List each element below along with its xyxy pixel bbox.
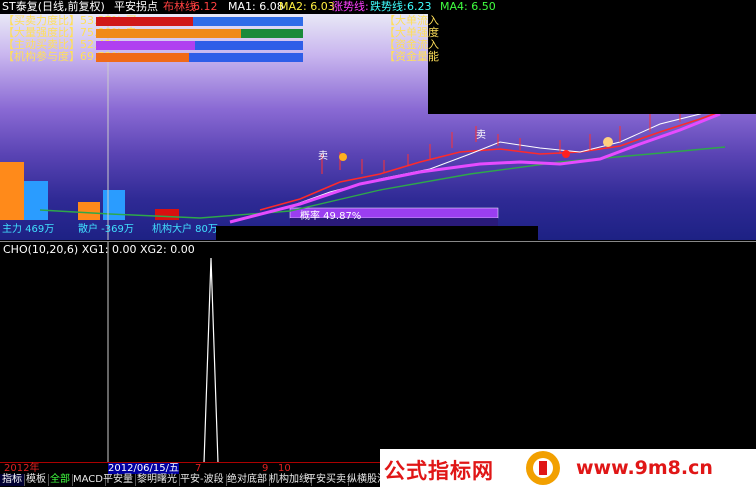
price-chart[interactable]: 【买卖力度比】53.37% 买 【大量强度比】75.00% 卖 【主动买卖比】5… <box>0 14 756 240</box>
institution-label: 机构大户 80万 <box>152 224 218 235</box>
indicator-label: 【机构参与度】 <box>3 50 80 63</box>
tab-pingan-volume[interactable]: 平安量 <box>101 474 136 486</box>
volume-bar-red <box>155 209 179 220</box>
mode-title: 平安拐点 <box>114 0 158 13</box>
cho-chart-svg <box>107 242 219 463</box>
ma1-readout: MA1: 6.08 <box>228 0 284 13</box>
top-info-bar: ST泰复(日线,前复权) 平安拐点 布林线: 6.12 MA1: 6.08 MA… <box>0 0 756 14</box>
axis-year: 2012年 <box>4 463 40 474</box>
tab-indicator[interactable]: 指标 <box>0 474 25 486</box>
main-force-label: 主力 469万 <box>2 224 55 235</box>
probability-label: 概率 49.87% <box>300 211 362 222</box>
axis-month-9: 9 <box>262 463 269 474</box>
logo-text-right: www.9m8.cn <box>576 457 713 479</box>
indicator-bar-1 <box>96 29 303 38</box>
volume-bar-blue-1 <box>24 181 48 220</box>
volume-bar-blue-2 <box>103 190 125 220</box>
buy-mark-1: 卖 <box>318 151 328 162</box>
axis-cursor-date: 2012/06/15/五 <box>108 463 180 474</box>
lower-indicator-panel[interactable]: CHO(10,20,6) XG1: 0.00 XG2: 0.00 <box>0 241 756 463</box>
overlay-panel <box>428 14 756 114</box>
mid-black-strip <box>216 226 538 241</box>
ma-value: 6.12 <box>193 0 218 13</box>
money-bag-marker <box>603 137 613 147</box>
tab-all[interactable]: 全部 <box>48 474 73 486</box>
retail-label: 散户 -369万 <box>78 224 134 235</box>
tab-pingan-band[interactable]: 平安-波段 <box>178 474 227 486</box>
down-trend-value: 6.23 <box>407 0 432 13</box>
volume-bar-orange-2 <box>78 202 100 220</box>
tab-pingan-trade[interactable]: 平安买卖 <box>304 474 349 486</box>
buy-marker-1 <box>339 153 347 161</box>
indicator-bar-2 <box>96 41 303 50</box>
logo-text-left: 公式指标网 <box>384 459 494 483</box>
down-trend-label: 跌势线: <box>370 0 407 13</box>
sell-marker <box>562 150 570 158</box>
cho-spike-line <box>203 257 219 463</box>
volume-bar-orange-1 <box>0 162 24 220</box>
up-trend-label: 涨势线: <box>332 0 369 13</box>
ma2-readout: MA2: 6.03 <box>279 0 335 13</box>
stock-title: ST泰复(日线,前复权) <box>2 0 105 13</box>
axis-month-7: 7 <box>195 463 202 474</box>
tab-dawn[interactable]: 黎明曙光 <box>135 474 180 486</box>
watermark-logo: 公式指标网 www.9m8.cn <box>380 449 756 487</box>
indicator-bar-3 <box>96 53 303 62</box>
tab-absolute-bottom[interactable]: 绝对底部 <box>225 474 270 486</box>
buy-mark-2: 卖 <box>476 130 486 141</box>
tab-template[interactable]: 模板 <box>24 474 49 486</box>
ma-long-line <box>39 146 726 219</box>
logo-emblem-icon <box>526 451 560 485</box>
ma4-readout: MA4: 6.50 <box>440 0 496 13</box>
right-label-3: 【资金量能 <box>384 50 439 63</box>
axis-month-10: 10 <box>278 463 291 474</box>
indicator-bar-0 <box>96 17 303 26</box>
